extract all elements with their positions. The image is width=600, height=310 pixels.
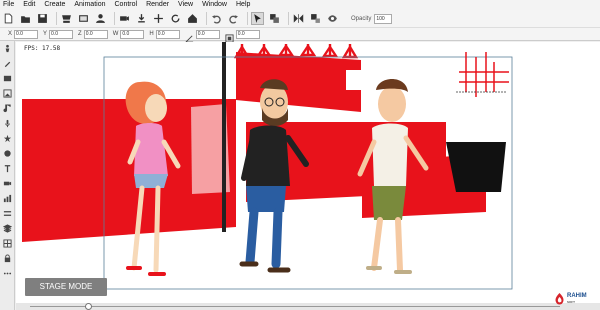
- redo-icon[interactable]: [227, 12, 240, 25]
- angle-icon: [185, 30, 194, 43]
- scale-field[interactable]: 0.0: [235, 29, 260, 39]
- menu-animation[interactable]: Animation: [74, 0, 105, 10]
- tools-more-icon[interactable]: [0, 266, 15, 281]
- timeline-track: [30, 306, 560, 307]
- menu-create[interactable]: Create: [44, 0, 65, 10]
- arrange-icon[interactable]: [309, 12, 322, 25]
- prop-z: Z 0.0: [78, 29, 108, 39]
- prop-x-label: X: [8, 31, 13, 37]
- y-field[interactable]: 0.0: [49, 29, 74, 39]
- menu-help[interactable]: Help: [236, 0, 250, 10]
- grid-tool-icon[interactable]: [0, 236, 15, 251]
- effect-tool-icon[interactable]: [0, 131, 15, 146]
- timeline-playhead[interactable]: [84, 303, 92, 310]
- watermark-brand: RAHIM SOFT: [567, 293, 587, 305]
- toolbar-divider: [288, 12, 289, 25]
- store-icon[interactable]: [60, 12, 73, 25]
- scale-icon: [225, 30, 234, 43]
- undo-icon[interactable]: [210, 12, 223, 25]
- camera-tool-icon[interactable]: [0, 176, 15, 191]
- properties-bar: X 0.0 Y 0.0 Z 0.0 W 0.0 H 0.0 0.0 0.0: [0, 28, 600, 43]
- menu-render[interactable]: Render: [146, 0, 169, 10]
- move-icon[interactable]: [152, 12, 165, 25]
- left-toolbox: [0, 41, 15, 310]
- chart-tool-icon[interactable]: [0, 191, 15, 206]
- menu-file[interactable]: File: [3, 0, 14, 10]
- rotate-icon[interactable]: [169, 12, 182, 25]
- prop-scale: 0.0: [225, 29, 260, 43]
- select-icon[interactable]: [251, 12, 264, 25]
- menu-window[interactable]: Window: [202, 0, 227, 10]
- toolbar-divider: [206, 12, 207, 25]
- metro-map: [456, 52, 509, 97]
- music-tool-icon[interactable]: [0, 101, 15, 116]
- app-window: File Edit Create Animation Control Rende…: [0, 0, 600, 310]
- black-seat: [446, 142, 506, 192]
- prop-h: H 0.0: [149, 29, 180, 39]
- actors-icon[interactable]: [94, 12, 107, 25]
- toolbar-divider: [56, 12, 57, 25]
- opacity-select[interactable]: 100: [374, 13, 393, 24]
- w-field[interactable]: 0.0: [120, 29, 145, 39]
- import-icon[interactable]: [135, 12, 148, 25]
- h-field[interactable]: 0.0: [155, 29, 180, 39]
- save-icon[interactable]: [36, 12, 49, 25]
- new-file-icon[interactable]: [2, 12, 15, 25]
- open-folder-icon[interactable]: [19, 12, 32, 25]
- camera-icon[interactable]: [118, 12, 131, 25]
- menu-control[interactable]: Control: [115, 0, 138, 10]
- menu-view[interactable]: View: [178, 0, 193, 10]
- home-icon[interactable]: [186, 12, 199, 25]
- lock-tool-icon[interactable]: [0, 251, 15, 266]
- prop-w: W 0.0: [112, 29, 145, 39]
- prop-x: X 0.0: [8, 29, 39, 39]
- stage-canvas[interactable]: FPS: 17.58 STAGE MODE: [16, 42, 600, 305]
- actor-tool-icon[interactable]: [0, 41, 15, 56]
- prop-w-label: W: [112, 31, 119, 37]
- menu-edit[interactable]: Edit: [23, 0, 35, 10]
- scene-tool-icon[interactable]: [0, 71, 15, 86]
- image-tool-icon[interactable]: [0, 86, 15, 101]
- menu-bar: File Edit Create Animation Control Rende…: [0, 0, 600, 10]
- timeline-scrubber[interactable]: [16, 303, 600, 310]
- rahim-logo-icon: [555, 293, 564, 305]
- toolbar-divider: [247, 12, 248, 25]
- prop-tool-icon[interactable]: [0, 56, 15, 71]
- standing-pole: [222, 42, 226, 232]
- scene-illustration[interactable]: [16, 42, 600, 305]
- watermark-sub: SOFT: [567, 300, 575, 304]
- fps-counter: FPS: 17.58: [24, 45, 61, 52]
- red-panel-top: [236, 52, 361, 112]
- text-tool-icon[interactable]: [0, 161, 15, 176]
- z-field[interactable]: 0.0: [83, 29, 108, 39]
- toolbar-divider: [114, 12, 115, 25]
- copy-icon[interactable]: [268, 12, 281, 25]
- special-tool-icon[interactable]: [0, 146, 15, 161]
- voice-tool-icon[interactable]: [0, 116, 15, 131]
- angle-field[interactable]: 0.0: [195, 29, 220, 39]
- watermark-logo: RAHIM SOFT: [553, 289, 598, 309]
- library-icon[interactable]: [77, 12, 90, 25]
- main-toolbar: Opacity 100: [0, 10, 600, 28]
- opacity-label: Opacity: [351, 15, 372, 22]
- prop-angle: 0.0: [185, 29, 220, 43]
- prop-y-label: Y: [43, 31, 48, 37]
- layer-tool-icon[interactable]: [0, 221, 15, 236]
- prop-y: Y 0.0: [43, 29, 74, 39]
- white-sign: [346, 70, 361, 90]
- prop-h-label: H: [149, 31, 154, 37]
- timeline-tool-icon[interactable]: [0, 206, 15, 221]
- flip-icon[interactable]: [292, 12, 305, 25]
- visibility-icon[interactable]: [326, 12, 339, 25]
- x-field[interactable]: 0.0: [14, 29, 39, 39]
- prop-z-label: Z: [78, 31, 82, 37]
- stage-mode-button[interactable]: STAGE MODE: [25, 278, 107, 296]
